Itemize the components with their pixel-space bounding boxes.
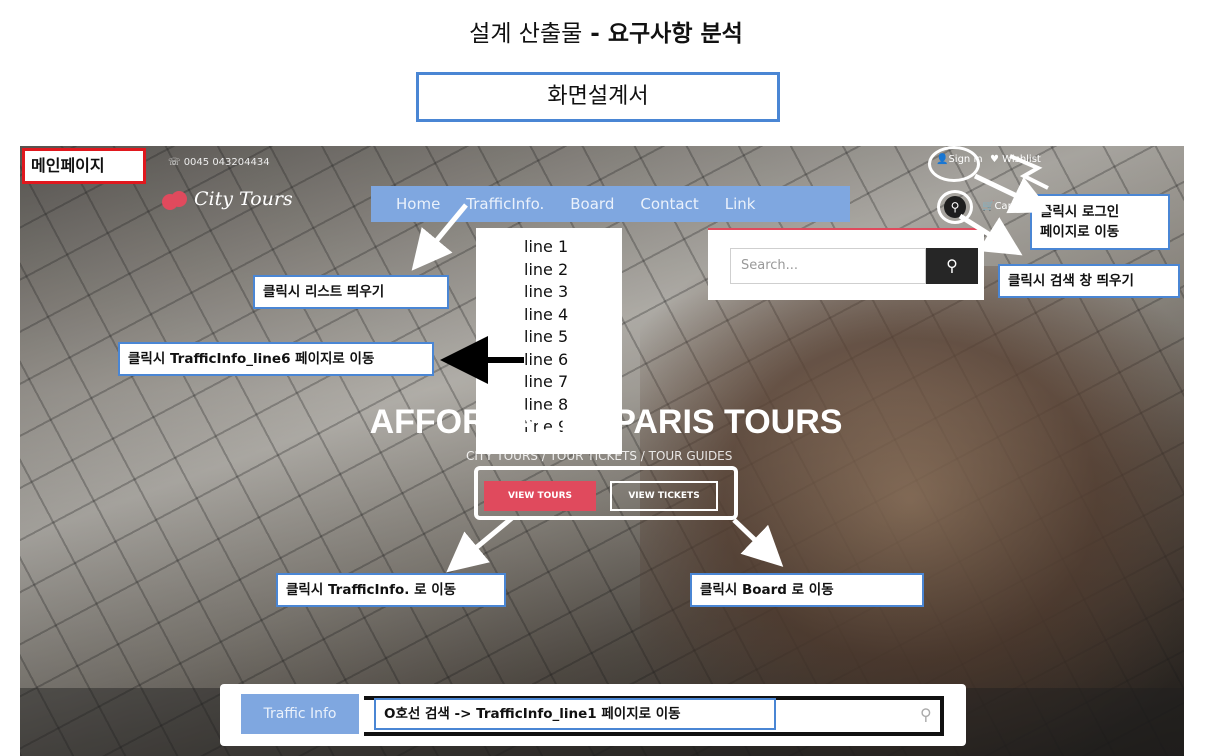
page-tag-main: 메인페이지 [22,148,146,184]
nav-link[interactable]: Link [712,195,769,213]
phone-icon: ☏ [168,157,184,168]
main-nav: Home TrafficInfo. Board Contact Link [371,186,850,222]
dropdown-item-line4[interactable]: line 4 [524,304,622,327]
note-tours: 클릭시 TrafficInfo. 로 이동 [276,573,506,607]
dropdown-item-line2[interactable]: line 2 [524,259,622,282]
slide-title: 설계 산출물 - 요구사항 분석 [0,14,1212,48]
hero-title: AFFORDABLE PARIS TOURS [369,403,843,441]
wishlist-label: Wishlist [1002,154,1041,165]
slide-title-main: 요구사항 분석 [607,21,743,47]
traffic-info-tab[interactable]: Traffic Info [241,694,359,734]
note-line6: 클릭시 TrafficInfo_line6 페이지로 이동 [118,342,434,376]
signin-highlight-circle [928,146,980,182]
bottom-search-icon[interactable]: ⚲ [920,705,932,724]
note-list: 클릭시 리스트 띄우기 [253,275,449,309]
hero-subtitle: CITY TOURS / TOUR TICKETS / TOUR GUIDES [466,449,733,463]
logo-text: City Tours [194,188,293,210]
heart-icon: ♥ [990,154,1003,165]
slide-title-prefix: 설계 산출물 [469,21,583,47]
search-submit-button[interactable]: ⚲ [926,248,978,284]
wishlist-link[interactable]: ♥ Wishlist [990,154,1041,165]
dropdown-item-line5[interactable]: line 5 [524,326,622,349]
dropdown-item-line7[interactable]: line 7 [524,371,622,394]
nav-contact[interactable]: Contact [627,195,711,213]
cart-link[interactable]: 🛒Cart (0) [982,201,1033,212]
phone-text: 0045 043204434 [183,157,270,168]
dropdown-item-line6[interactable]: line 6 [524,349,622,372]
dropdown-item-line3[interactable]: line 3 [524,281,622,304]
view-tickets-button[interactable]: VIEW TICKETS [610,481,718,511]
slide-subtitle: 화면설계서 [416,72,780,122]
phone-number: ☏ 0045 043204434 [168,157,270,168]
nav-board[interactable]: Board [557,195,627,213]
slide-title-dash: - [590,21,600,47]
note-search: 클릭시 검색 창 띄우기 [998,264,1180,298]
dropdown-item-line1[interactable]: line 1 [524,236,622,259]
nav-home[interactable]: Home [371,195,453,213]
view-tours-button[interactable]: VIEW TOURS [484,481,596,511]
search-highlight-circle [937,190,973,224]
cart-label: Cart (0) [994,201,1033,212]
cart-icon: 🛒 [982,201,995,212]
note-bottom: O호선 검색 -> TrafficInfo_line1 페이지로 이동 [374,698,776,730]
search-input[interactable]: Search... [730,248,926,284]
site-logo[interactable]: City Tours [162,188,293,210]
note-login: 클릭시 로그인 페이지로 이동 [1030,194,1170,250]
note-board: 클릭시 Board 로 이동 [690,573,924,607]
logo-cloud-icon [162,191,188,210]
nav-trafficinfo[interactable]: TrafficInfo. [453,195,557,213]
